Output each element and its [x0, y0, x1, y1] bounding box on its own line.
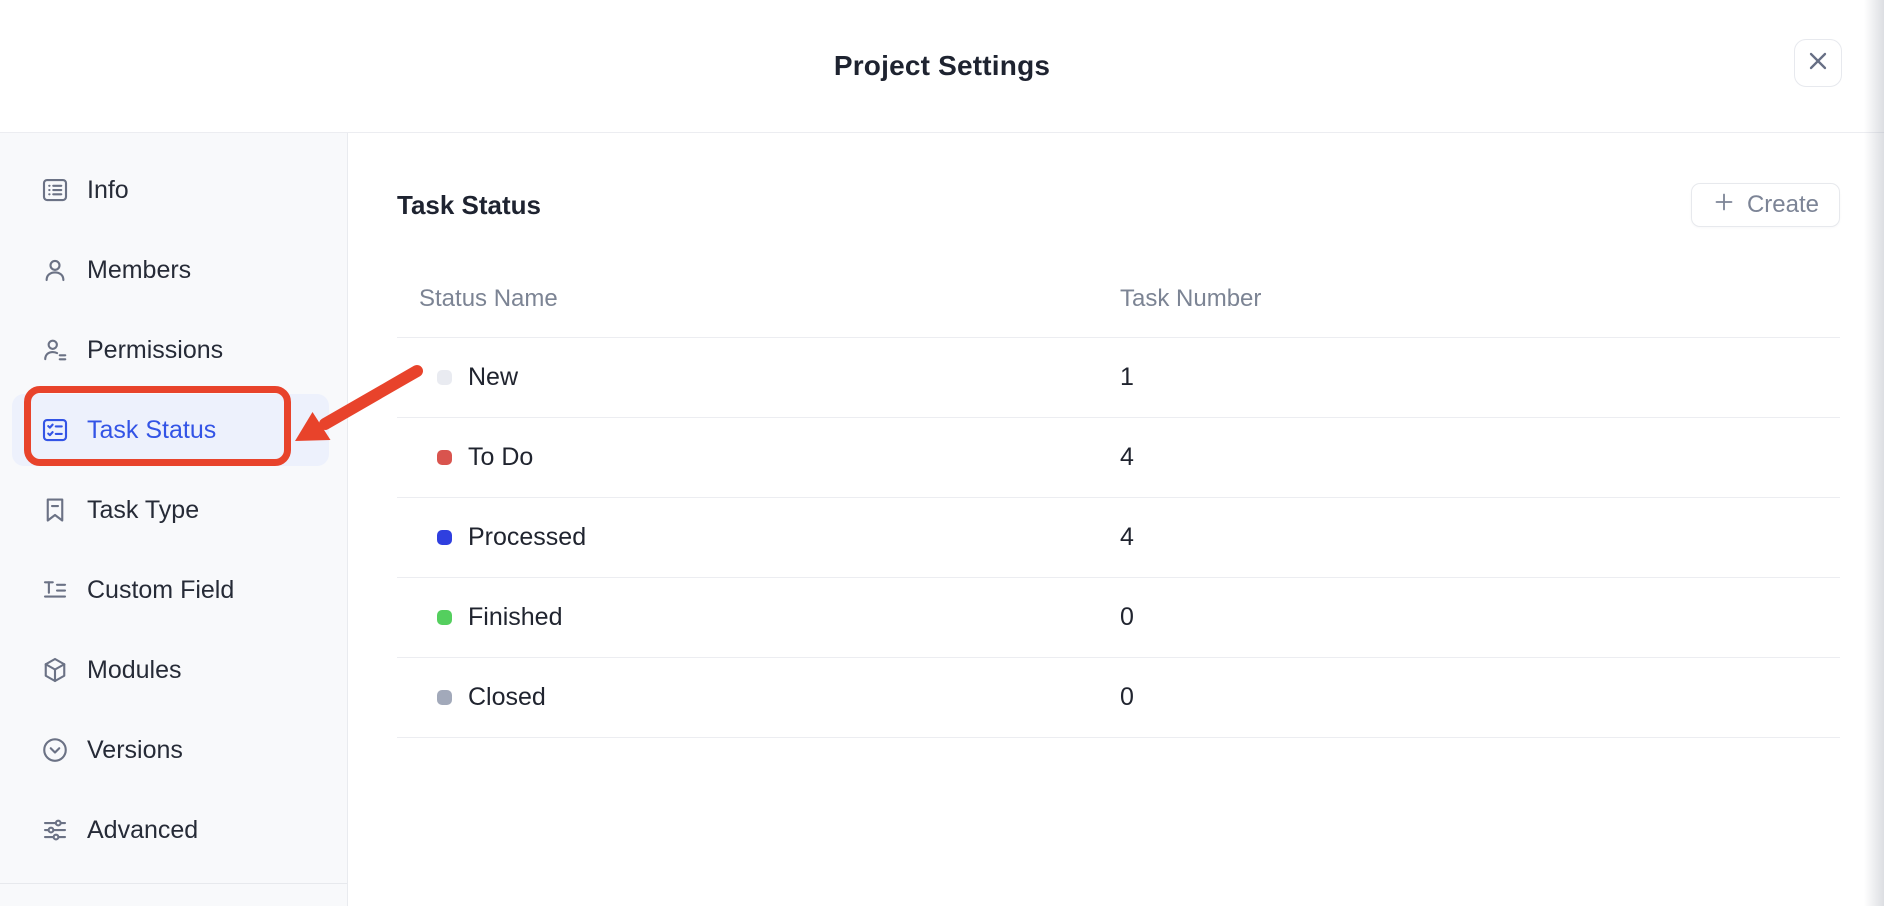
- column-header-task-number: Task Number: [1120, 285, 1261, 313]
- settings-sidebar: Info Members Permissions: [0, 133, 348, 906]
- sidebar-item-label: Members: [87, 256, 191, 285]
- section-title: Task Status: [397, 190, 541, 221]
- page-title: Project Settings: [834, 50, 1050, 82]
- sidebar-item-task-status[interactable]: Task Status: [0, 390, 347, 470]
- task-count: 0: [1120, 603, 1134, 632]
- sidebar-item-label: Modules: [87, 656, 182, 685]
- sidebar-item-label: Permissions: [87, 336, 223, 365]
- sidebar-item-label: Versions: [87, 736, 183, 765]
- task-count: 1: [1120, 363, 1134, 392]
- table-row[interactable]: To Do 4: [397, 418, 1840, 498]
- sidebar-item-label: Custom Field: [87, 576, 234, 605]
- sidebar-item-permissions[interactable]: Permissions: [0, 310, 347, 390]
- task-status-panel: Task Status Create Status Name Task Numb…: [348, 133, 1884, 906]
- status-name: Processed: [468, 523, 586, 552]
- task-count: 4: [1120, 523, 1134, 552]
- status-color-dot: [437, 370, 452, 385]
- create-button[interactable]: Create: [1691, 183, 1840, 227]
- status-name: New: [468, 363, 518, 392]
- sidebar-bottom-divider: [0, 883, 347, 884]
- table-row[interactable]: Processed 4: [397, 498, 1840, 578]
- chevron-circle-icon: [40, 735, 70, 765]
- table-header-row: Status Name Task Number: [397, 261, 1840, 338]
- sidebar-item-task-type[interactable]: Task Type: [0, 470, 347, 550]
- column-header-status-name: Status Name: [397, 285, 1120, 313]
- task-count: 4: [1120, 443, 1134, 472]
- status-name: Closed: [468, 683, 546, 712]
- plus-icon: [1712, 190, 1736, 221]
- bookmark-minus-icon: [40, 495, 70, 525]
- close-button[interactable]: [1794, 39, 1842, 87]
- task-count: 0: [1120, 683, 1134, 712]
- close-icon: [1805, 48, 1831, 79]
- user-equals-icon: [40, 335, 70, 365]
- create-button-label: Create: [1747, 191, 1819, 219]
- sidebar-item-advanced[interactable]: Advanced: [0, 790, 347, 870]
- table-row[interactable]: New 1: [397, 338, 1840, 418]
- sidebar-item-modules[interactable]: Modules: [0, 630, 347, 710]
- sidebar-item-info[interactable]: Info: [0, 150, 347, 230]
- sidebar-item-versions[interactable]: Versions: [0, 710, 347, 790]
- checklist-icon: [40, 415, 70, 445]
- status-color-dot: [437, 530, 452, 545]
- sidebar-item-custom-field[interactable]: Custom Field: [0, 550, 347, 630]
- status-color-dot: [437, 450, 452, 465]
- sidebar-item-label: Task Status: [87, 416, 216, 445]
- sidebar-item-label: Task Type: [87, 496, 199, 525]
- sidebar-item-label: Info: [87, 176, 129, 205]
- list-square-icon: [40, 175, 70, 205]
- table-row[interactable]: Finished 0: [397, 578, 1840, 658]
- status-color-dot: [437, 610, 452, 625]
- user-icon: [40, 255, 70, 285]
- sidebar-item-label: Advanced: [87, 816, 198, 845]
- task-status-table: Status Name Task Number New 1 To Do 4: [397, 261, 1840, 738]
- sliders-icon: [40, 815, 70, 845]
- modal-body: Info Members Permissions: [0, 133, 1884, 906]
- status-name: Finished: [468, 603, 563, 632]
- sidebar-item-members[interactable]: Members: [0, 230, 347, 310]
- status-name: To Do: [468, 443, 533, 472]
- status-color-dot: [437, 690, 452, 705]
- table-row[interactable]: Closed 0: [397, 658, 1840, 738]
- modal-header: Project Settings: [0, 0, 1884, 133]
- cube-icon: [40, 655, 70, 685]
- text-field-icon: [40, 575, 70, 605]
